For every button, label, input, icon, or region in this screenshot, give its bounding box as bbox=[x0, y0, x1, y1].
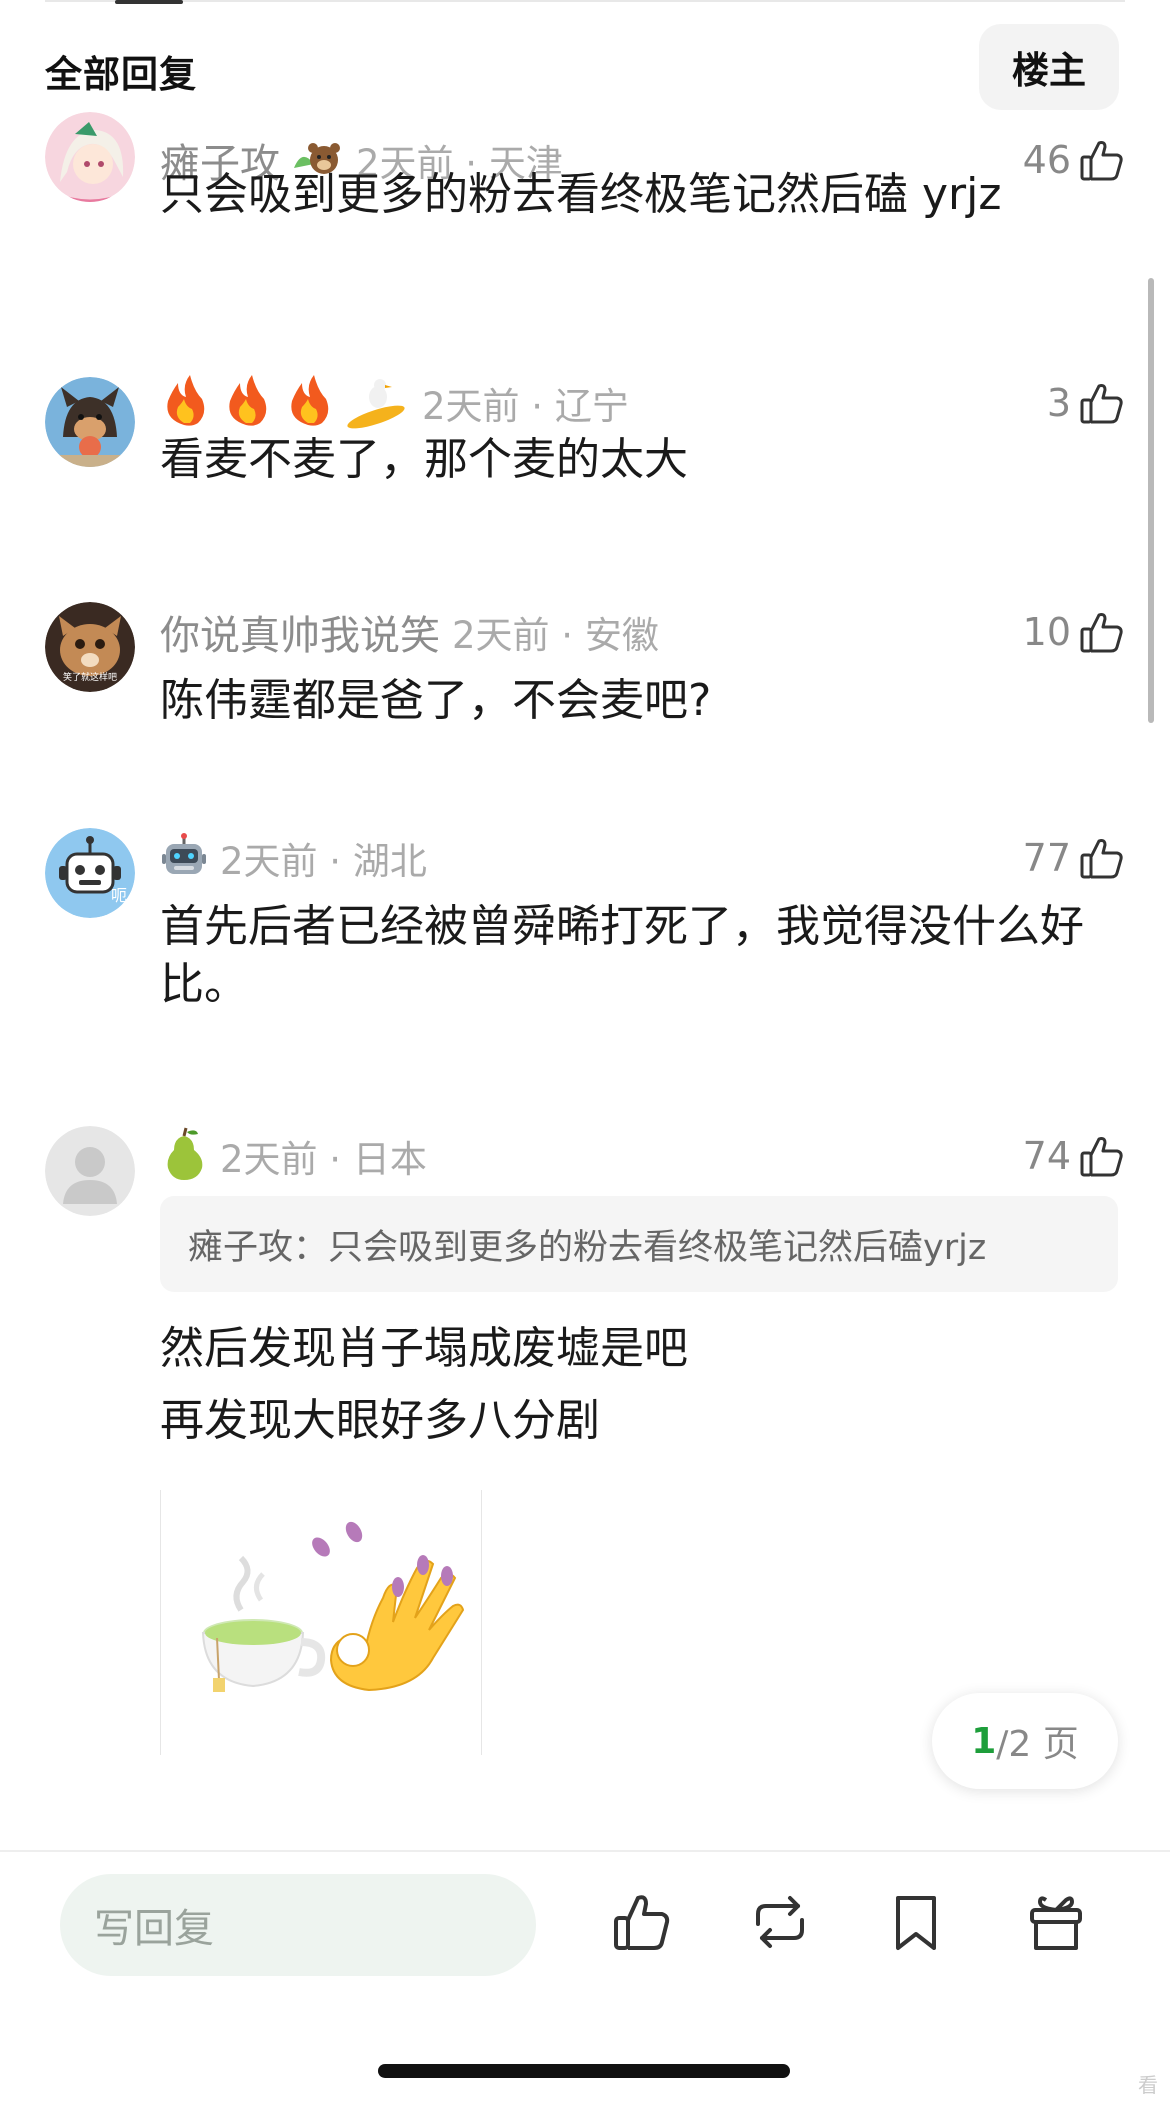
like-button[interactable]: 10 bbox=[1023, 604, 1125, 660]
like-button[interactable]: 3 bbox=[1047, 375, 1125, 431]
avatar[interactable]: 笑了就这样吧 bbox=[45, 602, 135, 692]
avatar[interactable] bbox=[45, 112, 135, 202]
comment-meta: 2天前 · 日本 bbox=[160, 1126, 427, 1186]
top-divider bbox=[45, 0, 1125, 2]
like-button[interactable]: 74 bbox=[1023, 1128, 1125, 1184]
gift-icon[interactable] bbox=[1024, 1890, 1088, 1954]
username[interactable]: 你说真帅我说笑 bbox=[160, 603, 440, 661]
total-pages: /2 页 bbox=[996, 1724, 1079, 1765]
comment-text: 只会吸到更多的粉去看终极笔记然后磕 yrjz bbox=[160, 169, 1002, 220]
like-button[interactable]: 77 bbox=[1023, 830, 1125, 886]
tab-indicator bbox=[115, 0, 183, 4]
pear-emoji-icon bbox=[160, 1126, 208, 1186]
comment-time-location: 2天前 · 安徽 bbox=[452, 614, 659, 657]
fire-emoji-icon bbox=[160, 373, 410, 433]
comment-text: 陈伟霆都是爸了，不会麦吧? bbox=[160, 675, 712, 726]
comment-time-location: 2天前 · 湖北 bbox=[220, 840, 427, 883]
scrollbar[interactable] bbox=[1148, 278, 1154, 723]
comment-meta: 你说真帅我说笑 2天前 · 安徽 bbox=[160, 604, 659, 660]
thumbs-up-icon bbox=[1079, 835, 1125, 881]
like-count: 10 bbox=[1022, 610, 1071, 654]
comment-meta: 2天前 · 湖北 bbox=[160, 830, 427, 886]
robot-emoji-icon bbox=[160, 832, 208, 884]
thumbs-up-icon bbox=[1079, 609, 1125, 655]
comment-text: 首先后者已经被曾舜晞打死了，我觉得没什么好比。 bbox=[160, 901, 1084, 1010]
like-count: 3 bbox=[1046, 381, 1071, 425]
avatar[interactable] bbox=[45, 1126, 135, 1216]
current-page: 1 bbox=[971, 1720, 997, 1762]
home-indicator bbox=[378, 2064, 790, 2078]
comment-text-line: 然后发现肖子塌成废墟是吧 bbox=[160, 1323, 688, 1374]
bookmark-icon[interactable] bbox=[884, 1890, 948, 1954]
comment-image[interactable] bbox=[160, 1490, 482, 1755]
section-title: 全部回复 bbox=[45, 53, 197, 96]
comment-time-location: 2天前 · 辽宁 bbox=[422, 385, 629, 428]
thumbs-up-icon bbox=[1079, 380, 1125, 426]
comment-text: 看麦不麦了，那个麦的太大 bbox=[160, 434, 688, 485]
reply-input[interactable]: 写回复 bbox=[60, 1874, 536, 1976]
page-indicator[interactable]: 1/2 页 bbox=[932, 1693, 1118, 1789]
avatar-caption: 笑了就这样吧 bbox=[62, 673, 117, 683]
avatar[interactable]: 呃 bbox=[45, 828, 135, 918]
avatar[interactable] bbox=[45, 377, 135, 467]
like-count: 74 bbox=[1022, 1134, 1071, 1178]
comment-text: 然后发现肖子塌成废墟是吧 再发现大眼好多八分剧 bbox=[160, 1320, 1100, 1450]
comment-time-location: 2天前 · 日本 bbox=[220, 1138, 427, 1181]
bottom-action-bar: 写回复 看 bbox=[0, 1850, 1170, 2110]
avatar-caption: 呃 bbox=[111, 886, 128, 905]
comment-meta: 2天前 · 辽宁 bbox=[160, 375, 629, 431]
op-only-button[interactable]: 楼主 bbox=[979, 24, 1119, 110]
thumbs-up-icon[interactable] bbox=[610, 1890, 674, 1954]
like-count: 77 bbox=[1022, 836, 1071, 880]
quoted-reply[interactable]: 瘫子攻：只会吸到更多的粉去看终极笔记然后磕yrjz bbox=[160, 1196, 1118, 1292]
comment-text-line: 再发现大眼好多八分剧 bbox=[160, 1395, 600, 1446]
thumbs-up-icon bbox=[1079, 1133, 1125, 1179]
repost-icon[interactable] bbox=[748, 1890, 812, 1954]
corner-mark: 看 bbox=[1138, 2073, 1158, 2097]
